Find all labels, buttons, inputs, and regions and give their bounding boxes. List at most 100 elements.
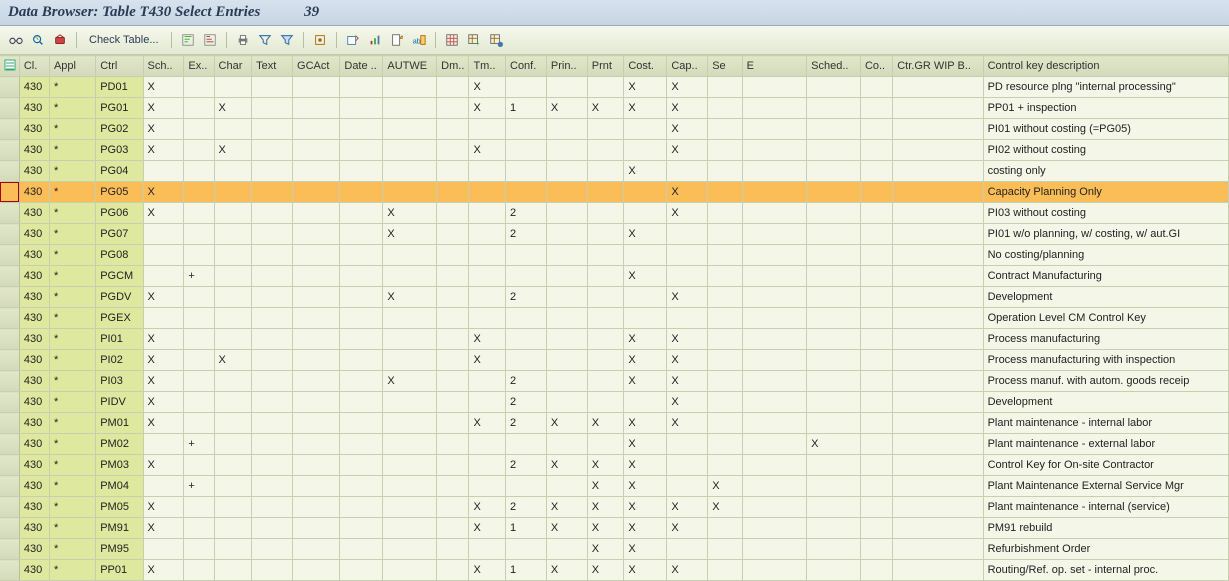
column-header[interactable]: Prnt xyxy=(587,56,624,77)
row-selector[interactable] xyxy=(0,350,19,371)
row-selector[interactable] xyxy=(0,245,19,266)
cell-ctrgr xyxy=(893,140,983,161)
column-header[interactable]: E xyxy=(742,56,807,77)
column-header[interactable]: Ex.. xyxy=(184,56,214,77)
column-header[interactable]: Text xyxy=(252,56,293,77)
row-selector[interactable] xyxy=(0,329,19,350)
row-selector[interactable] xyxy=(0,560,19,581)
row-selector[interactable] xyxy=(0,161,19,182)
column-header[interactable]: Date .. xyxy=(340,56,383,77)
export-table-icon[interactable] xyxy=(343,30,363,50)
column-header[interactable]: Se xyxy=(708,56,742,77)
row-selector[interactable] xyxy=(0,140,19,161)
row-selector[interactable] xyxy=(0,497,19,518)
row-selector[interactable] xyxy=(0,266,19,287)
table-row[interactable]: 430*PG08No costing/planning xyxy=(0,245,1229,266)
table-row[interactable]: 430*PG05XXCapacity Planning Only xyxy=(0,182,1229,203)
print-icon[interactable] xyxy=(233,30,253,50)
table-row[interactable]: 430*PGDVXX2XDevelopment xyxy=(0,287,1229,308)
check-table-button[interactable]: Check Table... xyxy=(83,34,165,46)
cell-text xyxy=(252,161,293,182)
chart-icon[interactable] xyxy=(365,30,385,50)
table-row[interactable]: 430*PG03XXXXPI02 without costing xyxy=(0,140,1229,161)
data-grid[interactable]: Cl.ApplCtrlSch..Ex..CharTextGCActDate ..… xyxy=(0,55,1229,581)
table-row[interactable]: 430*PIDVX2XDevelopment xyxy=(0,392,1229,413)
table-row[interactable]: 430*PG02XXPI01 without costing (=PG05) xyxy=(0,119,1229,140)
table-row[interactable]: 430*PM05XX2XXXXXPlant maintenance - inte… xyxy=(0,497,1229,518)
column-header[interactable]: Co.. xyxy=(860,56,892,77)
grid-icon[interactable] xyxy=(442,30,462,50)
column-header[interactable]: Cap.. xyxy=(667,56,708,77)
row-selector[interactable] xyxy=(0,518,19,539)
sort-asc-icon[interactable] xyxy=(178,30,198,50)
table-row[interactable]: 430*PM02+XXPlant maintenance - external … xyxy=(0,434,1229,455)
column-header[interactable]: Sched.. xyxy=(807,56,861,77)
hand-stop-icon[interactable] xyxy=(50,30,70,50)
column-header[interactable]: Control key description xyxy=(983,56,1228,77)
table-row[interactable]: 430*PM01XX2XXXXPlant maintenance - inter… xyxy=(0,413,1229,434)
column-header[interactable]: Ctr.GR WIP B.. xyxy=(893,56,983,77)
column-header[interactable]: Cost. xyxy=(624,56,667,77)
row-selector[interactable] xyxy=(0,539,19,560)
grid-add-icon[interactable]: + xyxy=(464,30,484,50)
row-selector[interactable] xyxy=(0,413,19,434)
column-header[interactable]: Sch.. xyxy=(143,56,184,77)
row-selector[interactable] xyxy=(0,308,19,329)
column-header[interactable]: Tm.. xyxy=(469,56,506,77)
abc-icon[interactable]: ab xyxy=(409,30,429,50)
cell-e xyxy=(742,287,807,308)
filter-set-icon[interactable] xyxy=(277,30,297,50)
grid-info-icon[interactable] xyxy=(486,30,506,50)
column-header[interactable]: Conf. xyxy=(506,56,547,77)
row-selector[interactable] xyxy=(0,287,19,308)
column-header[interactable]: AUTWE xyxy=(383,56,437,77)
select-all-icon[interactable] xyxy=(0,56,19,77)
column-header[interactable]: Cl. xyxy=(19,56,49,77)
row-selector[interactable] xyxy=(0,434,19,455)
row-selector[interactable] xyxy=(0,119,19,140)
row-selector[interactable] xyxy=(0,203,19,224)
cell-ctrl: PG06 xyxy=(96,203,143,224)
column-header[interactable]: GCAct xyxy=(293,56,340,77)
filter-icon[interactable] xyxy=(255,30,275,50)
row-selector[interactable] xyxy=(0,371,19,392)
row-selector[interactable] xyxy=(0,476,19,497)
sort-desc-icon[interactable] xyxy=(200,30,220,50)
table-row[interactable]: 430*PI03XX2XXProcess manuf. with autom. … xyxy=(0,371,1229,392)
table-row[interactable]: 430*PGEXOperation Level CM Control Key xyxy=(0,308,1229,329)
row-selector[interactable] xyxy=(0,224,19,245)
table-row[interactable]: 430*PGCM+XContract Manufacturing xyxy=(0,266,1229,287)
row-selector[interactable] xyxy=(0,455,19,476)
table-row[interactable]: 430*PM04+XXXPlant Maintenance External S… xyxy=(0,476,1229,497)
table-row[interactable]: 430*PI01XXXXProcess manufacturing xyxy=(0,329,1229,350)
table-row[interactable]: 430*PM95XXRefurbishment Order xyxy=(0,539,1229,560)
magnify-refresh-icon[interactable] xyxy=(28,30,48,50)
column-header[interactable]: Dm.. xyxy=(437,56,469,77)
table-row[interactable]: 430*PG07X2XPI01 w/o planning, w/ costing… xyxy=(0,224,1229,245)
cell-sch: X xyxy=(143,518,184,539)
table-row[interactable]: 430*PP01XX1XXXXRouting/Ref. op. set - in… xyxy=(0,560,1229,581)
row-selector[interactable] xyxy=(0,77,19,98)
column-header-row[interactable]: Cl.ApplCtrlSch..Ex..CharTextGCActDate ..… xyxy=(0,56,1229,77)
glasses-icon[interactable] xyxy=(6,30,26,50)
row-selector[interactable] xyxy=(0,98,19,119)
cell-sched xyxy=(807,371,861,392)
table-row[interactable]: 430*PD01XXXXPD resource plng "internal p… xyxy=(0,77,1229,98)
table-row[interactable]: 430*PG01XXX1XXXXPP01 + inspection xyxy=(0,98,1229,119)
cell-cost xyxy=(624,203,667,224)
sheet-export-icon[interactable] xyxy=(387,30,407,50)
row-selector[interactable] xyxy=(0,392,19,413)
column-header[interactable]: Appl xyxy=(49,56,95,77)
cell-text xyxy=(252,434,293,455)
cell-date xyxy=(340,203,383,224)
column-header[interactable]: Char xyxy=(214,56,252,77)
table-row[interactable]: 430*PI02XXXXXProcess manufacturing with … xyxy=(0,350,1229,371)
column-header[interactable]: Prin.. xyxy=(546,56,587,77)
table-row[interactable]: 430*PM91XX1XXXXPM91 rebuild xyxy=(0,518,1229,539)
settings-icon[interactable] xyxy=(310,30,330,50)
table-row[interactable]: 430*PG04Xcosting only xyxy=(0,161,1229,182)
column-header[interactable]: Ctrl xyxy=(96,56,143,77)
row-selector[interactable] xyxy=(0,182,19,203)
table-row[interactable]: 430*PG06XX2XPI03 without costing xyxy=(0,203,1229,224)
table-row[interactable]: 430*PM03X2XXXControl Key for On-site Con… xyxy=(0,455,1229,476)
